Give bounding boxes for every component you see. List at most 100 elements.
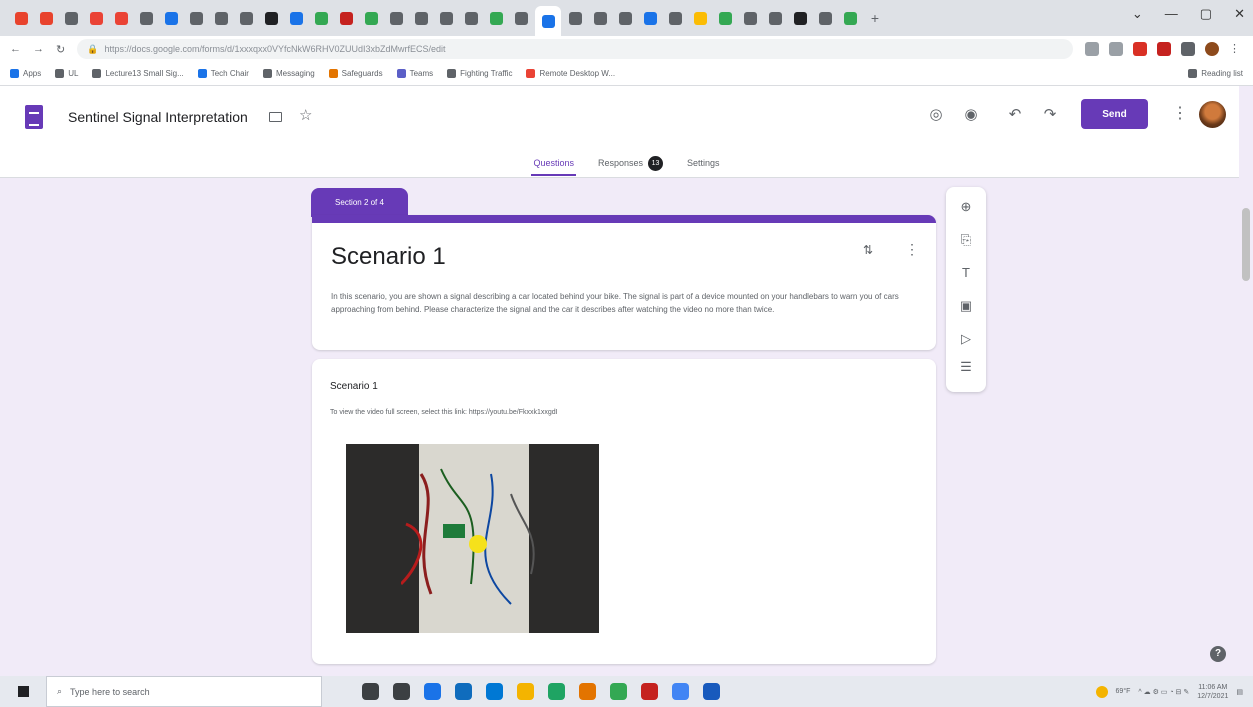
bookmark-item[interactable]: Apps: [10, 69, 41, 78]
browser-tab[interactable]: [485, 8, 507, 28]
bookmark-item[interactable]: UL: [55, 69, 78, 78]
import-questions-icon[interactable]: ⎘: [946, 232, 986, 248]
reading-list[interactable]: Reading list: [1188, 69, 1243, 78]
help-icon[interactable]: ?: [1210, 646, 1226, 662]
preview-eye-icon[interactable]: ◉: [962, 105, 980, 123]
collapse-section-icon[interactable]: ⇅: [863, 243, 873, 257]
extensions-puzzle-icon[interactable]: [1181, 42, 1195, 56]
tab-questions[interactable]: Questions: [531, 148, 576, 178]
taskbar-app-icon[interactable]: [486, 683, 503, 700]
video-thumbnail[interactable]: [346, 444, 599, 633]
undo-icon[interactable]: ↶: [1006, 105, 1024, 123]
google-forms-logo-icon[interactable]: [25, 105, 43, 129]
taskbar-app-icon[interactable]: [703, 683, 720, 700]
add-question-icon[interactable]: ⊕: [946, 199, 986, 215]
taskbar-app-icon[interactable]: [579, 683, 596, 700]
bookmark-item[interactable]: Fighting Traffic: [447, 69, 512, 78]
browser-tab[interactable]: [360, 8, 382, 28]
browser-tab[interactable]: [614, 8, 636, 28]
section-more-icon[interactable]: ⋮: [905, 241, 919, 258]
bookmark-item[interactable]: Lecture13 Small Sig...: [92, 69, 184, 78]
back-icon[interactable]: ←: [10, 43, 21, 55]
minimize-icon[interactable]: —: [1165, 6, 1178, 22]
video-item-title[interactable]: Scenario 1: [330, 381, 378, 392]
browser-tab[interactable]: [510, 8, 532, 28]
bookmark-item[interactable]: Messaging: [262, 69, 315, 78]
video-item-description[interactable]: To view the video full screen, select th…: [330, 409, 558, 416]
bookmark-item[interactable]: Teams: [396, 69, 433, 78]
browser-tab[interactable]: [85, 8, 107, 28]
maximize-icon[interactable]: ▢: [1200, 6, 1212, 22]
browser-tab[interactable]: [310, 8, 332, 28]
customize-theme-icon[interactable]: ◎: [927, 105, 945, 123]
browser-tab[interactable]: [260, 8, 282, 28]
extension-red-icon[interactable]: [1133, 42, 1147, 56]
url-field[interactable]: 🔒 https://docs.google.com/forms/d/1xxxqx…: [77, 39, 1073, 59]
browser-tab[interactable]: [10, 8, 32, 28]
browser-tab[interactable]: [335, 8, 357, 28]
bookmark-item[interactable]: Safeguards: [328, 69, 383, 78]
taskbar-app-icon[interactable]: [393, 683, 410, 700]
taskbar-app-icon[interactable]: [672, 683, 689, 700]
scrollbar-thumb[interactable]: [1242, 208, 1250, 281]
add-section-icon[interactable]: ☰: [946, 359, 986, 375]
browser-tab[interactable]: [185, 8, 207, 28]
browser-tab[interactable]: [60, 8, 82, 28]
browser-tab[interactable]: [814, 8, 836, 28]
temperature[interactable]: 69°F: [1116, 688, 1131, 695]
profile-icon[interactable]: [1205, 42, 1219, 56]
section-title[interactable]: Scenario 1: [331, 243, 446, 271]
page-scrollbar[interactable]: [1239, 86, 1253, 676]
browser-tab[interactable]: [714, 8, 736, 28]
reload-icon[interactable]: ↻: [56, 43, 65, 56]
browser-tab[interactable]: [639, 8, 661, 28]
tab-settings[interactable]: Settings: [685, 148, 722, 178]
forward-icon[interactable]: →: [33, 43, 44, 55]
send-button[interactable]: Send: [1081, 99, 1148, 129]
browser-tab[interactable]: [385, 8, 407, 28]
bookmark-item[interactable]: Tech Chair: [197, 69, 249, 78]
translate-icon[interactable]: [1085, 42, 1099, 56]
browser-tab[interactable]: [435, 8, 457, 28]
taskbar-app-icon[interactable]: [548, 683, 565, 700]
browser-tab[interactable]: [535, 6, 561, 36]
extension-multi-icon[interactable]: [1157, 42, 1171, 56]
notifications-icon[interactable]: ▤: [1236, 688, 1243, 696]
browser-tab[interactable]: [410, 8, 432, 28]
browser-tab[interactable]: [110, 8, 132, 28]
browser-tab[interactable]: [210, 8, 232, 28]
tab-search-icon[interactable]: ⌄: [1132, 6, 1143, 22]
tray-icons[interactable]: ^ ☁ ⚙ ▭ ◔ ⊟ ✎: [1138, 688, 1189, 696]
taskbar-app-icon[interactable]: [641, 683, 658, 700]
bookmark-star-icon[interactable]: [1109, 42, 1123, 56]
browser-tab[interactable]: [460, 8, 482, 28]
taskbar-app-icon[interactable]: [424, 683, 441, 700]
more-options-icon[interactable]: ⋮: [1172, 103, 1188, 123]
form-title[interactable]: Sentinel Signal Interpretation: [68, 109, 248, 125]
add-video-icon[interactable]: ▷: [946, 331, 986, 347]
taskbar-app-icon[interactable]: [362, 683, 379, 700]
add-image-icon[interactable]: ▣: [946, 298, 986, 314]
clock[interactable]: 11:06 AM 12/7/2021: [1197, 683, 1228, 701]
browser-tab[interactable]: [285, 8, 307, 28]
move-to-folder-icon[interactable]: [269, 112, 282, 122]
browser-menu-icon[interactable]: ⋮: [1229, 42, 1243, 56]
bookmark-item[interactable]: Remote Desktop W...: [526, 69, 615, 78]
star-icon[interactable]: ☆: [299, 106, 312, 124]
taskbar-app-icon[interactable]: [610, 683, 627, 700]
browser-tab[interactable]: [664, 8, 686, 28]
weather-icon[interactable]: [1095, 685, 1108, 698]
close-icon[interactable]: ✕: [1234, 6, 1245, 22]
video-item-card[interactable]: Scenario 1 To view the video full screen…: [312, 359, 936, 664]
browser-tab[interactable]: [589, 8, 611, 28]
taskbar-app-icon[interactable]: [455, 683, 472, 700]
add-title-icon[interactable]: T: [946, 265, 986, 280]
browser-tab[interactable]: [35, 8, 57, 28]
browser-tab[interactable]: [764, 8, 786, 28]
browser-tab[interactable]: [235, 8, 257, 28]
avatar[interactable]: [1199, 101, 1226, 128]
section-card[interactable]: Scenario 1 ⇅ ⋮ In this scenario, you are…: [312, 215, 936, 350]
browser-tab[interactable]: [789, 8, 811, 28]
section-description[interactable]: In this scenario, you are shown a signal…: [331, 290, 911, 316]
browser-tab[interactable]: [689, 8, 711, 28]
